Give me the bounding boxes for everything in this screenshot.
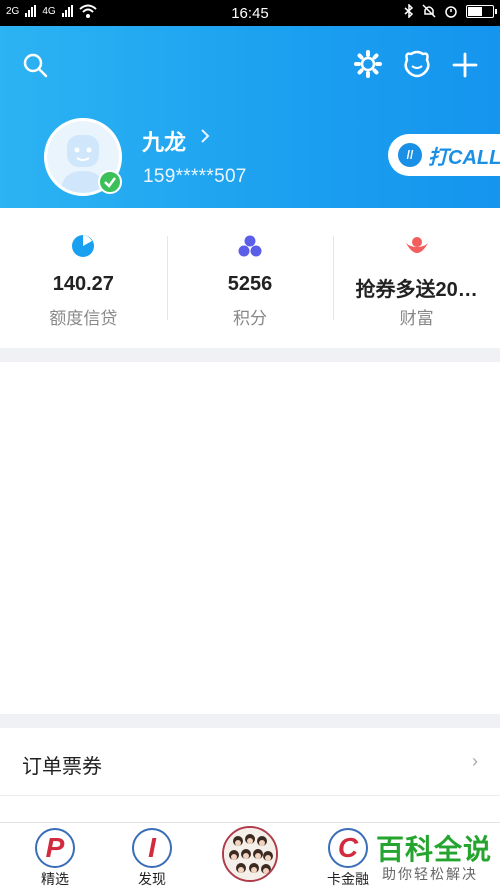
orders-tickets-row[interactable]: 订单票券 › xyxy=(0,728,500,796)
search-icon[interactable] xyxy=(22,52,48,78)
stat-points[interactable]: 5256 积分 xyxy=(166,208,334,348)
alarm-icon xyxy=(445,6,457,18)
status-right xyxy=(404,4,497,18)
orders-tickets-label: 订单票券 xyxy=(22,756,102,778)
tab-letter: P xyxy=(45,832,65,863)
section-divider xyxy=(0,714,500,728)
chevron-right-icon: › xyxy=(472,751,478,771)
battery-icon xyxy=(466,4,497,18)
stat-label: 额度信贷 xyxy=(49,309,118,328)
stat-label: 积分 xyxy=(233,309,267,328)
mascot-icon[interactable] xyxy=(401,48,433,80)
add-plus-icon[interactable] xyxy=(452,52,478,78)
profile-header: 九龙 159*****507 // 打CALL xyxy=(0,26,500,208)
tab-discover[interactable]: I 发现 xyxy=(102,823,202,889)
call-button-label: 打CALL xyxy=(428,146,500,169)
watermark: 百科全说 助你轻松解决 xyxy=(370,826,496,886)
mute-bell-icon xyxy=(422,4,436,18)
username[interactable]: 九龙 xyxy=(142,125,186,157)
stat-value: 140.27 xyxy=(52,273,114,295)
ingot-icon xyxy=(405,237,428,253)
group-photo-icon xyxy=(224,828,276,880)
stat-value: 5256 xyxy=(227,273,273,295)
three-dots-icon xyxy=(238,235,262,257)
phone-number: 159*****507 xyxy=(143,166,247,187)
watermark-title: 百科全说 xyxy=(376,834,493,865)
watermark-subtitle: 助你轻松解决 xyxy=(382,866,478,882)
tab-label: 发现 xyxy=(138,871,166,887)
stat-credit[interactable]: 140.27 额度信贷 xyxy=(0,208,167,348)
tab-label: 精选 xyxy=(41,871,69,887)
center-group-photo-button[interactable] xyxy=(222,826,278,882)
stat-label: 财富 xyxy=(399,309,434,328)
pie-chart-icon xyxy=(72,235,95,257)
stats-panel: 140.27 额度信贷 5256 积分 抢券多送20… 财富 xyxy=(0,208,500,348)
tab-featured[interactable]: P 精选 xyxy=(5,823,105,889)
section-divider xyxy=(0,348,500,362)
chevron-right-icon[interactable] xyxy=(200,128,210,149)
stat-value: 抢券多送20… xyxy=(355,279,478,301)
tab-letter: I xyxy=(148,832,156,863)
status-bar: 2G 4G 16:45 xyxy=(0,0,500,26)
bluetooth-icon xyxy=(404,4,414,18)
da-call-button[interactable]: // 打CALL xyxy=(388,134,500,176)
call-slash-icon: // xyxy=(398,143,422,167)
settings-gear-icon[interactable] xyxy=(354,50,382,78)
stat-wealth[interactable]: 抢券多送20… 财富 xyxy=(333,208,500,348)
content-area xyxy=(0,362,500,714)
verified-check-icon xyxy=(98,170,122,194)
